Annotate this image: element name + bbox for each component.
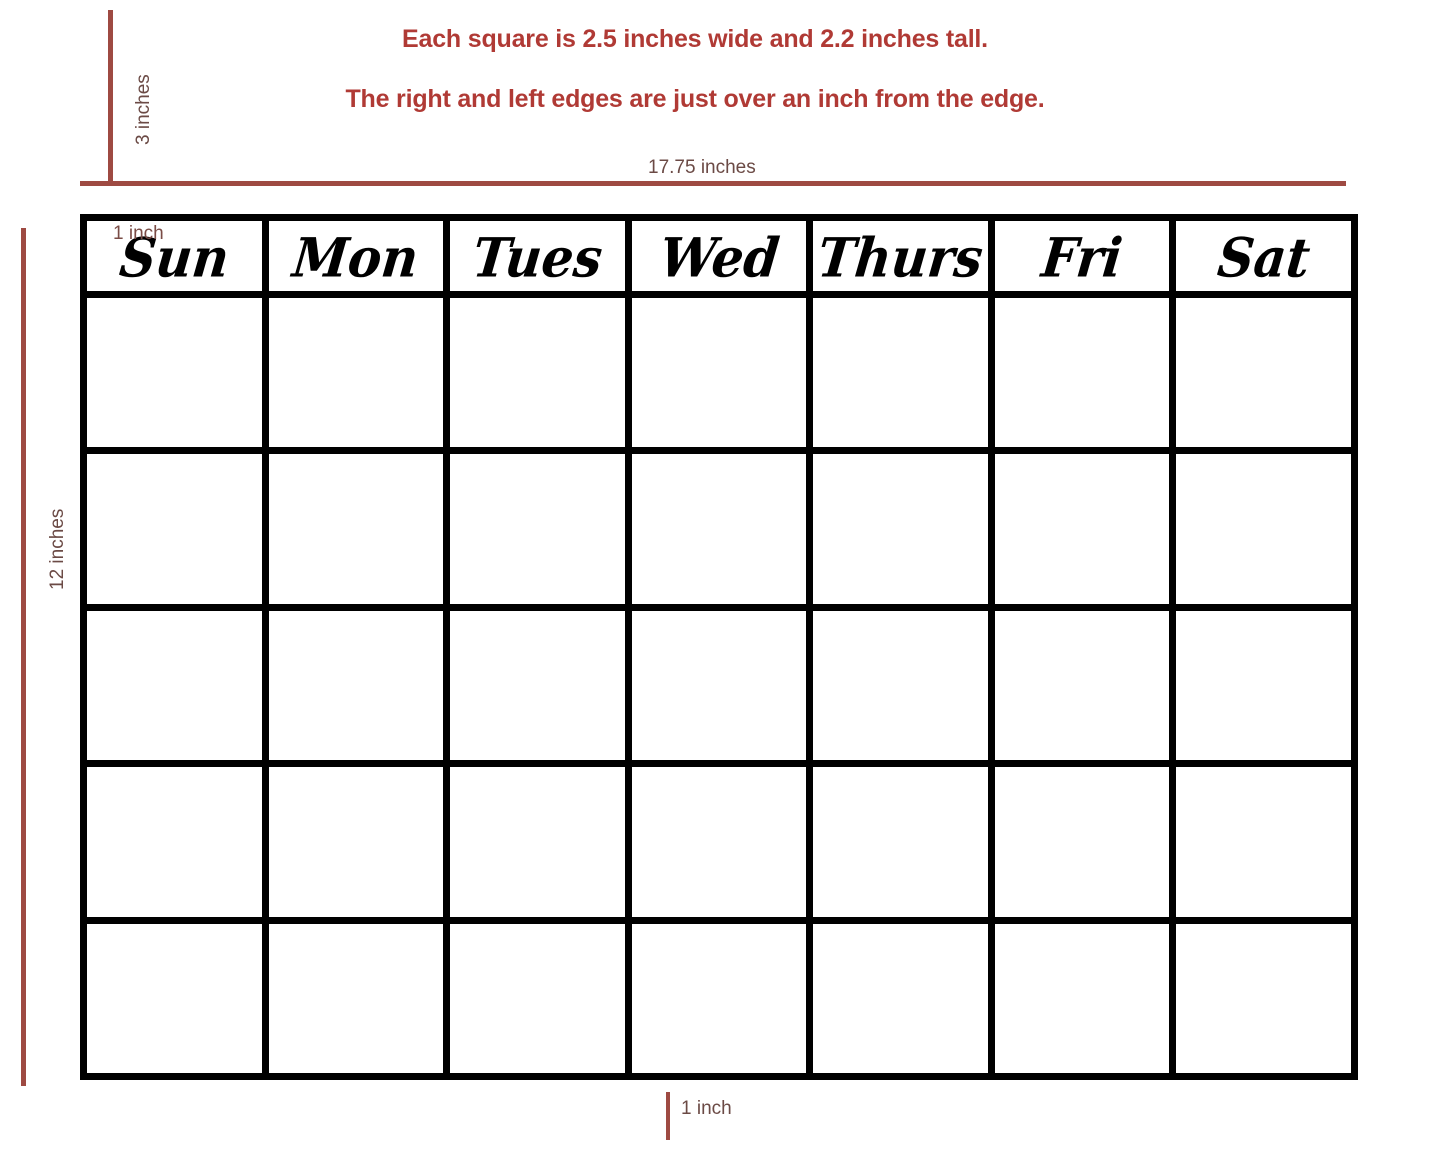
calendar-cell[interactable] xyxy=(450,454,625,604)
day-header-label: Mon xyxy=(290,225,422,290)
calendar-cell[interactable] xyxy=(268,610,444,761)
calendar-cell[interactable] xyxy=(631,923,807,1073)
day-header-tues: Tues xyxy=(450,221,625,291)
day-header-mon: Mon xyxy=(268,221,444,291)
calendar-cell[interactable] xyxy=(87,610,262,761)
calendar-cell[interactable] xyxy=(87,923,262,1073)
bottom-margin-label: 1 inch xyxy=(681,1098,732,1119)
calendar-cell[interactable] xyxy=(994,610,1170,761)
top-margin-label: 3 inches xyxy=(133,74,154,145)
calendar-cell[interactable] xyxy=(994,767,1170,917)
day-header-thurs: Thurs xyxy=(813,221,988,291)
bottom-margin-tick-mark xyxy=(666,1092,670,1140)
calendar-cell[interactable] xyxy=(994,923,1170,1073)
calendar-cell[interactable] xyxy=(1176,923,1351,1073)
day-header-fri: Fri xyxy=(994,221,1170,291)
calendar-cell[interactable] xyxy=(87,454,262,604)
note-edge-margins: The right and left edges are just over a… xyxy=(345,85,1045,113)
calendar-cell[interactable] xyxy=(994,454,1170,604)
calendar-cell[interactable] xyxy=(450,767,625,917)
day-header-label: Thurs xyxy=(815,225,987,290)
calendar-cell[interactable] xyxy=(631,298,807,448)
left-margin-label: 1 inch xyxy=(113,223,164,244)
calendar-cell[interactable] xyxy=(1176,454,1351,604)
calendar-cell[interactable] xyxy=(450,923,625,1073)
calendar-cell[interactable] xyxy=(268,298,444,448)
calendar-cell[interactable] xyxy=(268,767,444,917)
day-header-label: Tues xyxy=(469,225,606,290)
total-width-label: 17.75 inches xyxy=(648,157,756,178)
calendar-cell[interactable] xyxy=(813,610,988,761)
total-width-ruler-line xyxy=(80,181,1346,186)
calendar-cell[interactable] xyxy=(813,454,988,604)
calendar-cell[interactable] xyxy=(631,454,807,604)
calendar-cell[interactable] xyxy=(994,298,1170,448)
note-square-size: Each square is 2.5 inches wide and 2.2 i… xyxy=(402,25,988,53)
total-height-label: 12 inches xyxy=(47,508,68,590)
calendar-cell[interactable] xyxy=(813,923,988,1073)
day-header-label: Sat xyxy=(1214,225,1313,290)
calendar-grid: Sun Mon Tues Wed Thurs Fri Sat xyxy=(80,214,1358,1080)
calendar-cell[interactable] xyxy=(1176,767,1351,917)
calendar-cell[interactable] xyxy=(268,454,444,604)
calendar-cell[interactable] xyxy=(87,767,262,917)
calendar-cell[interactable] xyxy=(813,298,988,448)
calendar-cell[interactable] xyxy=(87,298,262,448)
calendar-cell[interactable] xyxy=(1176,298,1351,448)
calendar-cell[interactable] xyxy=(631,610,807,761)
calendar-cell[interactable] xyxy=(1176,610,1351,761)
total-height-ruler-line xyxy=(21,228,26,1086)
calendar-cell[interactable] xyxy=(450,298,625,448)
calendar-cell[interactable] xyxy=(813,767,988,917)
top-margin-ruler-line xyxy=(108,10,113,186)
calendar-cell[interactable] xyxy=(268,923,444,1073)
calendar-cell[interactable] xyxy=(631,767,807,917)
day-header-wed: Wed xyxy=(631,221,807,291)
day-header-label: Fri xyxy=(1038,225,1126,290)
day-header-label: Wed xyxy=(656,225,782,290)
calendar-cell[interactable] xyxy=(450,610,625,761)
day-header-sat: Sat xyxy=(1176,221,1351,291)
calendar-dimension-diagram: Each square is 2.5 inches wide and 2.2 i… xyxy=(0,0,1440,1152)
